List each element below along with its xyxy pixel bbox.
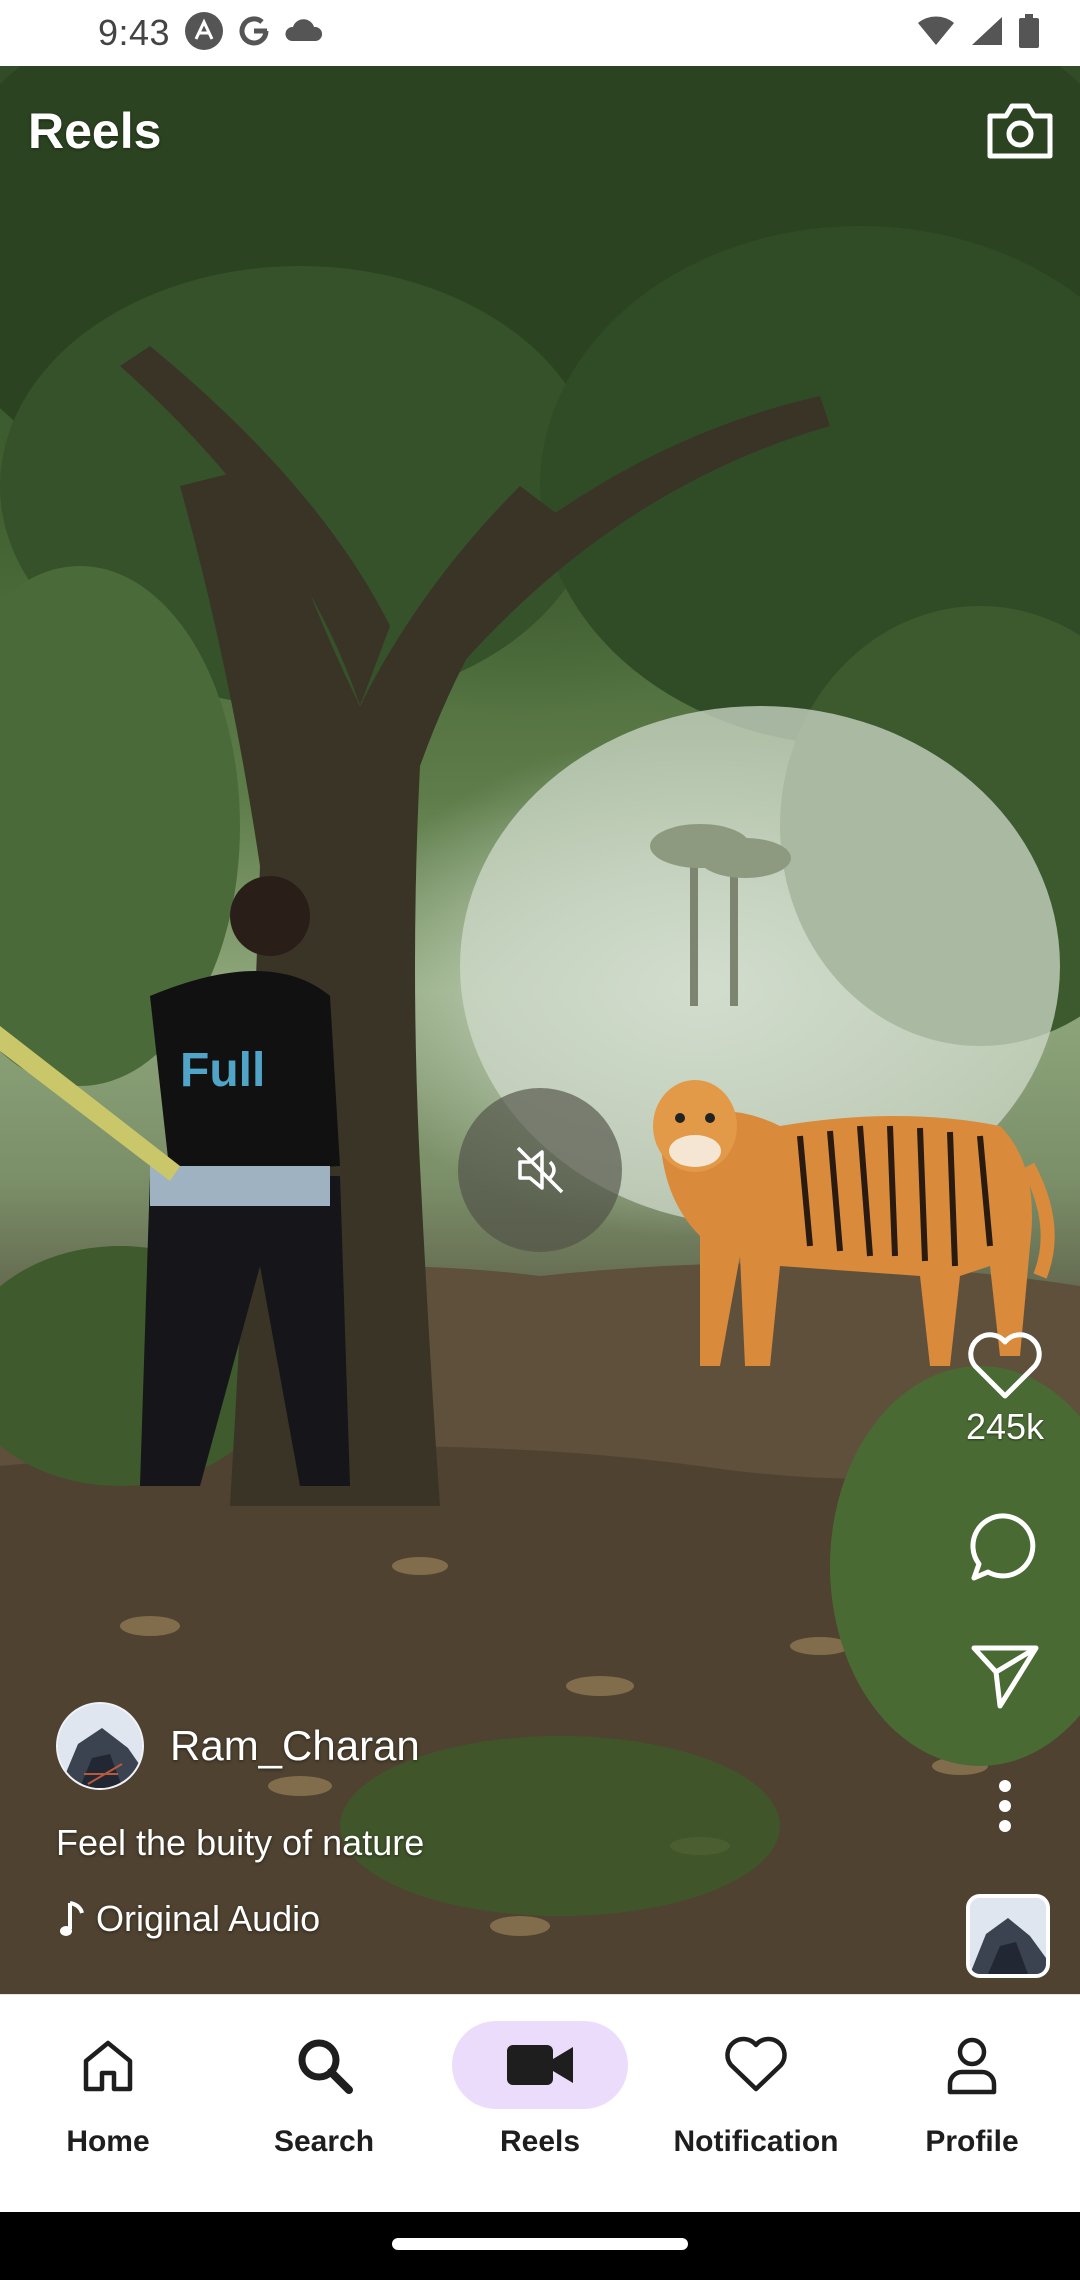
camera-icon: [987, 103, 1053, 159]
home-gesture-handle[interactable]: [392, 2238, 688, 2250]
audio-label: Original Audio: [96, 1898, 321, 1939]
music-note-icon: [60, 1901, 84, 1936]
nav-label-profile: Profile: [925, 2125, 1019, 2158]
nav-active-indicator: [452, 2021, 628, 2109]
nav-label-notification: Notification: [673, 2125, 839, 2158]
author-name[interactable]: Ram_Charan: [170, 1722, 420, 1770]
heart-outline-icon: [968, 1332, 1042, 1399]
nav-label-reels: Reels: [499, 2125, 581, 2158]
more-options-button[interactable]: [950, 1778, 1060, 1834]
search-icon: [298, 2039, 353, 2094]
nav-profile[interactable]: Profile: [864, 1995, 1080, 2212]
person-icon: [947, 2037, 997, 2095]
page-title: Reels: [28, 103, 162, 159]
nav-label-home: Home: [66, 2125, 150, 2158]
nav-notification[interactable]: Notification: [648, 1995, 864, 2212]
like-button[interactable]: 245k: [950, 1330, 1060, 1448]
more-vertical-icon: [999, 1780, 1011, 1832]
nav-search[interactable]: Search: [216, 1995, 432, 2212]
heart-icon: [725, 2036, 787, 2092]
battery-icon: [1018, 13, 1040, 53]
send-icon: [971, 1645, 1039, 1709]
signal-icon: [970, 15, 1004, 52]
comment-icon: [970, 1513, 1036, 1581]
cloud-icon: [284, 17, 324, 50]
home-icon: [83, 2040, 133, 2092]
author-row[interactable]: Ram_Charan: [56, 1702, 420, 1790]
share-button[interactable]: [950, 1640, 1060, 1710]
wifi-icon: [916, 15, 956, 52]
reel-caption: Feel the buity of nature: [56, 1822, 425, 1863]
video-camera-icon: [507, 2045, 573, 2085]
nav-label-search: Search: [273, 2125, 375, 2158]
nav-reels[interactable]: Reels: [432, 1995, 648, 2212]
status-notification-icons: [184, 11, 324, 56]
comment-button[interactable]: [950, 1510, 1060, 1584]
like-count: 245k: [965, 1406, 1045, 1447]
author-avatar[interactable]: [56, 1702, 144, 1790]
mute-toggle-button[interactable]: [458, 1088, 622, 1252]
volume-off-icon: [516, 1146, 564, 1194]
audio-link[interactable]: Original Audio: [60, 1898, 320, 1940]
svg-text:Full: Full: [180, 1044, 265, 1097]
reel-video[interactable]: Full Reels 245k Ram_Charan Feel the buit…: [0, 66, 1080, 1994]
status-time: 9:43: [98, 12, 171, 53]
camera-button[interactable]: [984, 98, 1056, 162]
app-logo-icon: [184, 11, 224, 56]
google-icon: [236, 13, 272, 54]
bottom-navigation: Home Search Reels Notification Profile: [0, 1994, 1080, 2212]
status-bar: 9:43: [0, 0, 1080, 66]
nav-home[interactable]: Home: [0, 1995, 216, 2212]
audio-thumbnail[interactable]: [966, 1894, 1050, 1978]
status-system-icons: [916, 13, 1040, 53]
